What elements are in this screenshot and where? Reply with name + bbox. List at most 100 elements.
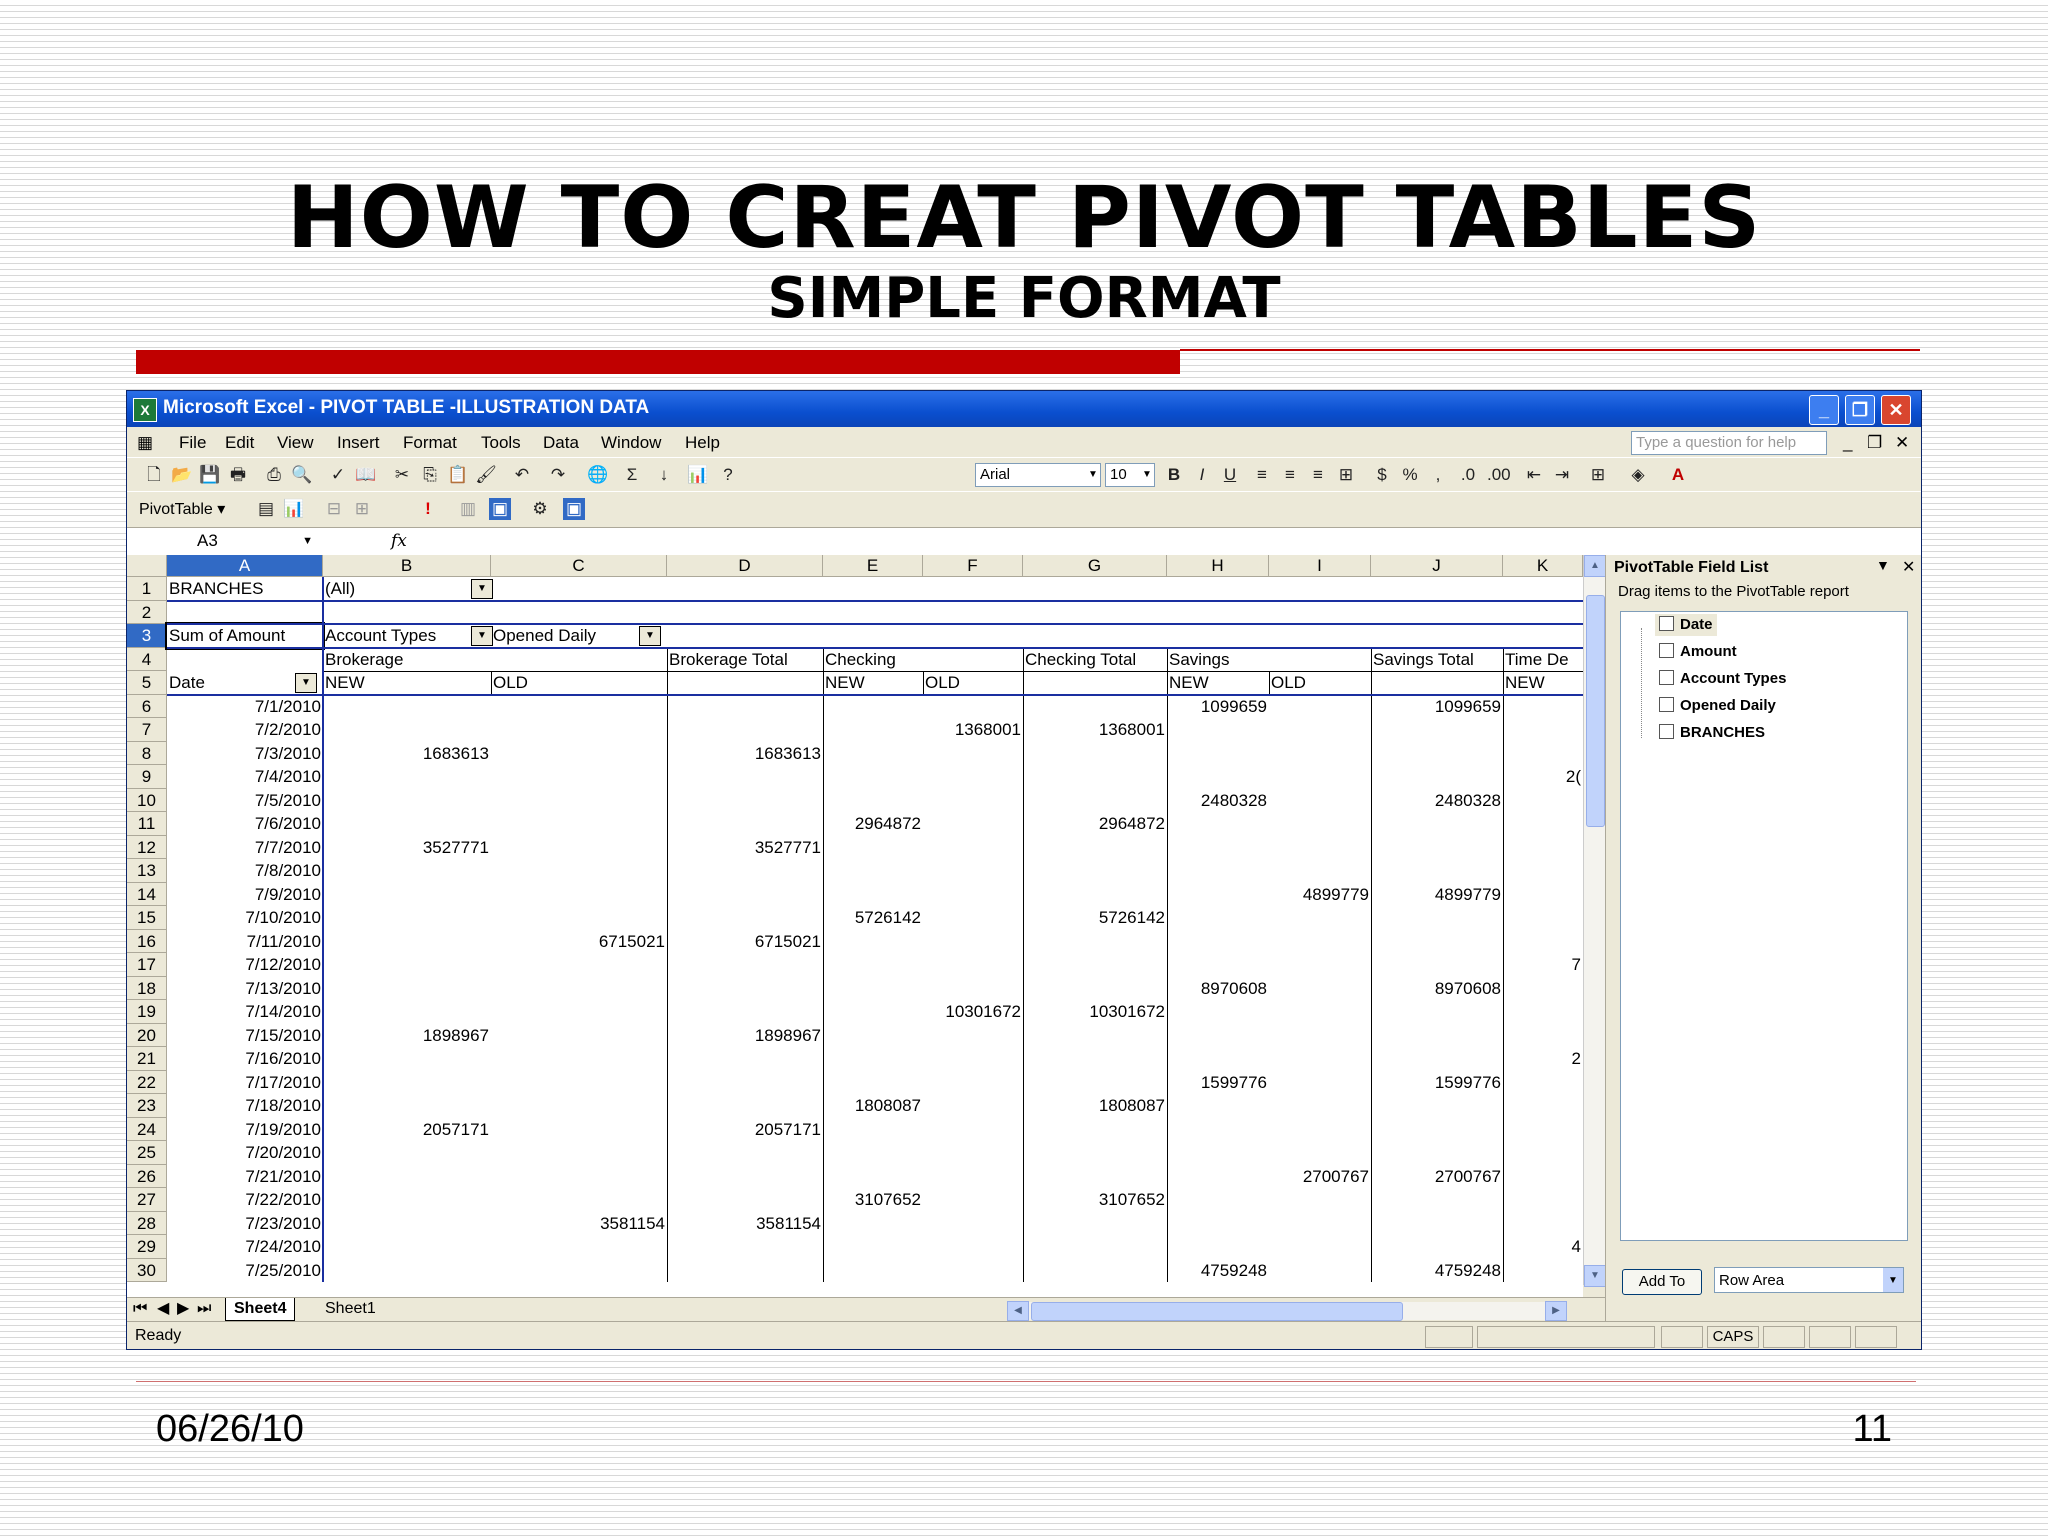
column-header-d[interactable]: D — [667, 555, 823, 577]
row-header[interactable]: 27 — [127, 1188, 167, 1212]
help-icon[interactable]: ? — [717, 464, 739, 486]
increase-decimal-icon[interactable]: .0 — [1457, 464, 1479, 486]
page-field-value[interactable]: (All) — [323, 577, 491, 601]
print-icon[interactable]: ⎙ — [263, 464, 285, 486]
font-color-icon[interactable]: A — [1667, 464, 1689, 486]
date-cell[interactable]: 7/24/2010 — [167, 1235, 323, 1259]
show-field-list-icon[interactable]: ▣ — [563, 498, 585, 520]
date-cell[interactable]: 7/5/2010 — [167, 789, 323, 813]
merge-center-icon[interactable]: ⊞ — [1335, 464, 1357, 486]
tab-sheet4[interactable]: Sheet4 — [225, 1298, 296, 1321]
row-header[interactable]: 7 — [127, 718, 167, 742]
field-checkbox-icon[interactable] — [1659, 697, 1674, 712]
workbook-icon[interactable]: ▦ — [137, 433, 153, 453]
format-report-icon[interactable]: ▤ — [255, 498, 277, 520]
field-opened-daily[interactable]: Opened Daily — [1655, 695, 1780, 717]
row-header[interactable]: 18 — [127, 976, 167, 1000]
value-cell[interactable]: 1099659 — [1167, 695, 1269, 719]
field-checkbox-icon[interactable] — [1659, 616, 1674, 631]
row-header[interactable]: 28 — [127, 1211, 167, 1235]
horizontal-scroll-thumb[interactable] — [1031, 1302, 1403, 1321]
column-header-c[interactable]: C — [491, 555, 667, 577]
field-settings-icon[interactable]: ⚙ — [529, 498, 551, 520]
field-date[interactable]: Date — [1655, 614, 1717, 636]
restore-button[interactable]: ❐ — [1845, 395, 1875, 425]
date-cell[interactable]: 7/14/2010 — [167, 1000, 323, 1024]
font-name-select[interactable]: Arial ▼ — [975, 463, 1101, 487]
date-cell[interactable]: 7/10/2010 — [167, 906, 323, 930]
value-cell[interactable]: 2 — [1503, 1047, 1583, 1071]
vertical-scrollbar[interactable]: ▲ ▼ — [1583, 555, 1606, 1287]
subheader-old[interactable]: OLD — [1269, 671, 1371, 695]
align-left-icon[interactable]: ≡ — [1251, 464, 1273, 486]
value-cell[interactable]: 3107652 — [1023, 1188, 1167, 1212]
function-icon[interactable]: fx — [391, 531, 407, 551]
save-icon[interactable]: 💾 — [199, 464, 221, 486]
bold-icon[interactable]: B — [1163, 464, 1185, 486]
column-header-h[interactable]: H — [1167, 555, 1269, 577]
branches-dropdown-icon[interactable]: ▼ — [471, 579, 493, 599]
subheader-new[interactable]: NEW — [1167, 671, 1269, 695]
row-header[interactable]: 16 — [127, 929, 167, 953]
value-cell[interactable]: 1368001 — [923, 718, 1023, 742]
row-header[interactable]: 25 — [127, 1141, 167, 1165]
value-cell[interactable]: 3527771 — [323, 836, 491, 860]
percent-icon[interactable]: % — [1399, 464, 1421, 486]
italic-icon[interactable]: I — [1191, 464, 1213, 486]
autosum-icon[interactable]: Σ — [621, 464, 643, 486]
new-icon[interactable]: 🗋 — [143, 464, 165, 486]
menu-data[interactable]: Data — [543, 433, 579, 453]
minimize-button[interactable]: _ — [1809, 395, 1839, 425]
align-right-icon[interactable]: ≡ — [1307, 464, 1329, 486]
value-cell[interactable]: 3581154 — [667, 1212, 823, 1236]
column-header-i[interactable]: I — [1269, 555, 1371, 577]
field-amount[interactable]: Amount — [1655, 641, 1741, 663]
date-cell[interactable]: 7/17/2010 — [167, 1071, 323, 1095]
row-header[interactable]: 14 — [127, 882, 167, 906]
subheader-old[interactable]: OLD — [923, 671, 1023, 695]
field-checkbox-icon[interactable] — [1659, 643, 1674, 658]
next-sheet-icon[interactable]: ▶ — [177, 1298, 189, 1320]
value-cell[interactable]: 2480328 — [1167, 789, 1269, 813]
doc-close-icon[interactable]: ✕ — [1895, 433, 1909, 453]
menu-tools[interactable]: Tools — [481, 433, 521, 453]
align-center-icon[interactable]: ≡ — [1279, 464, 1301, 486]
value-cell[interactable]: 2057171 — [667, 1118, 823, 1142]
value-cell[interactable]: 3107652 — [823, 1188, 923, 1212]
vertical-scroll-thumb[interactable] — [1586, 595, 1605, 827]
row-header[interactable]: 12 — [127, 835, 167, 859]
group-brokerage-total[interactable]: Brokerage Total — [667, 648, 823, 672]
value-cell[interactable]: 4899779 — [1371, 883, 1503, 907]
group-time-deposit[interactable]: Time De — [1503, 648, 1583, 672]
row-header[interactable]: 22 — [127, 1070, 167, 1094]
prev-sheet-icon[interactable]: ◀ — [157, 1298, 169, 1320]
tab-sheet1[interactable]: Sheet1 — [317, 1298, 384, 1320]
borders-icon[interactable]: ⊞ — [1587, 464, 1609, 486]
date-cell[interactable]: 7/12/2010 — [167, 953, 323, 977]
data-field-label[interactable]: Sum of Amount — [165, 622, 325, 650]
close-button[interactable]: ✕ — [1881, 395, 1911, 425]
menu-insert[interactable]: Insert — [337, 433, 380, 453]
undo-icon[interactable]: ↶ — [511, 464, 533, 486]
row-header[interactable]: 26 — [127, 1164, 167, 1188]
spreadsheet-grid[interactable]: A B C D E F G H I J K 1 2 3 4 5 6 7 8 9 10 11 12 13 14 15 16 17 18 19… — [127, 555, 1583, 1297]
date-cell[interactable]: 7/25/2010 — [167, 1259, 323, 1283]
value-cell[interactable]: 1683613 — [667, 742, 823, 766]
page-field-label[interactable]: BRANCHES — [167, 577, 323, 601]
currency-icon[interactable]: $ — [1371, 464, 1393, 486]
field-account-types[interactable]: Account Types — [1655, 668, 1790, 690]
row-header[interactable]: 1 — [127, 577, 167, 601]
row-header[interactable]: 21 — [127, 1047, 167, 1071]
value-cell[interactable]: 1808087 — [1023, 1094, 1167, 1118]
open-icon[interactable]: 📂 — [171, 464, 193, 486]
date-cell[interactable]: 7/16/2010 — [167, 1047, 323, 1071]
permission-icon[interactable]: 🖶 — [227, 464, 249, 486]
date-cell[interactable]: 7/20/2010 — [167, 1141, 323, 1165]
date-cell[interactable]: 7/18/2010 — [167, 1094, 323, 1118]
value-cell[interactable]: 1599776 — [1371, 1071, 1503, 1095]
date-cell[interactable]: 7/13/2010 — [167, 977, 323, 1001]
column-field-account-types[interactable]: Account Types — [323, 624, 491, 648]
subheader-new[interactable]: NEW — [1503, 671, 1583, 695]
include-hidden-icon[interactable]: ▥ — [457, 498, 479, 520]
value-cell[interactable]: 4759248 — [1167, 1259, 1269, 1283]
